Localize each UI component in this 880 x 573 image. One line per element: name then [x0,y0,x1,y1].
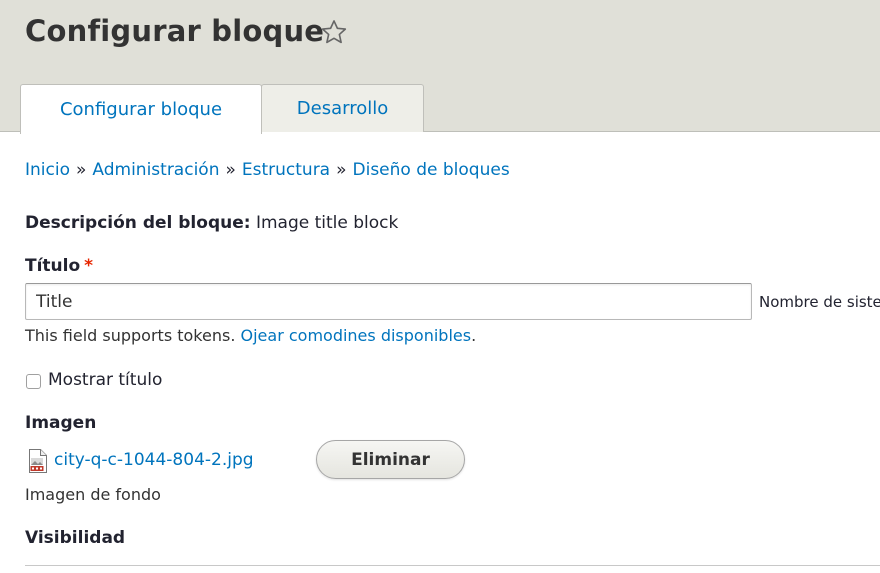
show-title-checkbox[interactable] [26,374,41,389]
block-description-value: Image title block [255,213,399,233]
breadcrumb-inicio[interactable]: Inicio [25,160,70,180]
breadcrumb-estructura[interactable]: Estructura [242,160,330,180]
breadcrumb-diseno-de-bloques[interactable]: Diseño de bloques [353,160,510,180]
tab-configurar-bloque[interactable]: Configurar bloque [20,84,262,134]
tokens-help: This field supports tokens. Ojear comodi… [25,326,476,345]
tab-desarrollo[interactable]: Desarrollo [261,84,424,132]
tab-label: Configurar bloque [59,99,223,120]
show-title-label[interactable]: Mostrar título [48,370,162,390]
machine-name-label: Nombre de siste [759,293,880,311]
image-file-link[interactable]: city-q-c-1044-804-2.jpg [54,450,254,470]
image-file-icon [29,449,47,473]
breadcrumb-administracion[interactable]: Administración [92,160,219,180]
breadcrumb-separator: » [225,160,236,180]
tokens-help-text: This field supports tokens. [25,326,236,345]
help-suffix: . [471,326,477,345]
page-header: Configurar bloque Configurar bloque Desa… [0,0,880,134]
breadcrumb-separator: » [75,160,87,180]
star-outline-icon[interactable] [320,18,348,46]
title-input[interactable] [25,283,752,320]
remove-image-button[interactable]: Eliminar [316,440,465,479]
required-marker: * [84,256,94,276]
block-description-label: Descripción del bloque: [25,213,251,233]
breadcrumb-separator: » [336,160,347,180]
page-title: Configurar bloque [25,14,325,48]
image-label: Imagen [25,413,97,433]
visibility-section-edge [25,565,880,573]
visibility-label: Visibilidad [25,528,126,548]
title-field-label: Título * [25,256,93,276]
block-description: Descripción del bloque: Image title bloc… [25,213,398,233]
image-description: Imagen de fondo [25,485,161,504]
tab-label: Desarrollo [296,98,389,119]
title-label-text: Título [25,256,81,276]
browse-tokens-link[interactable]: Ojear comodines disponibles [241,326,472,345]
breadcrumb: Inicio» Administración» Estructura» Diseño … [25,160,510,180]
